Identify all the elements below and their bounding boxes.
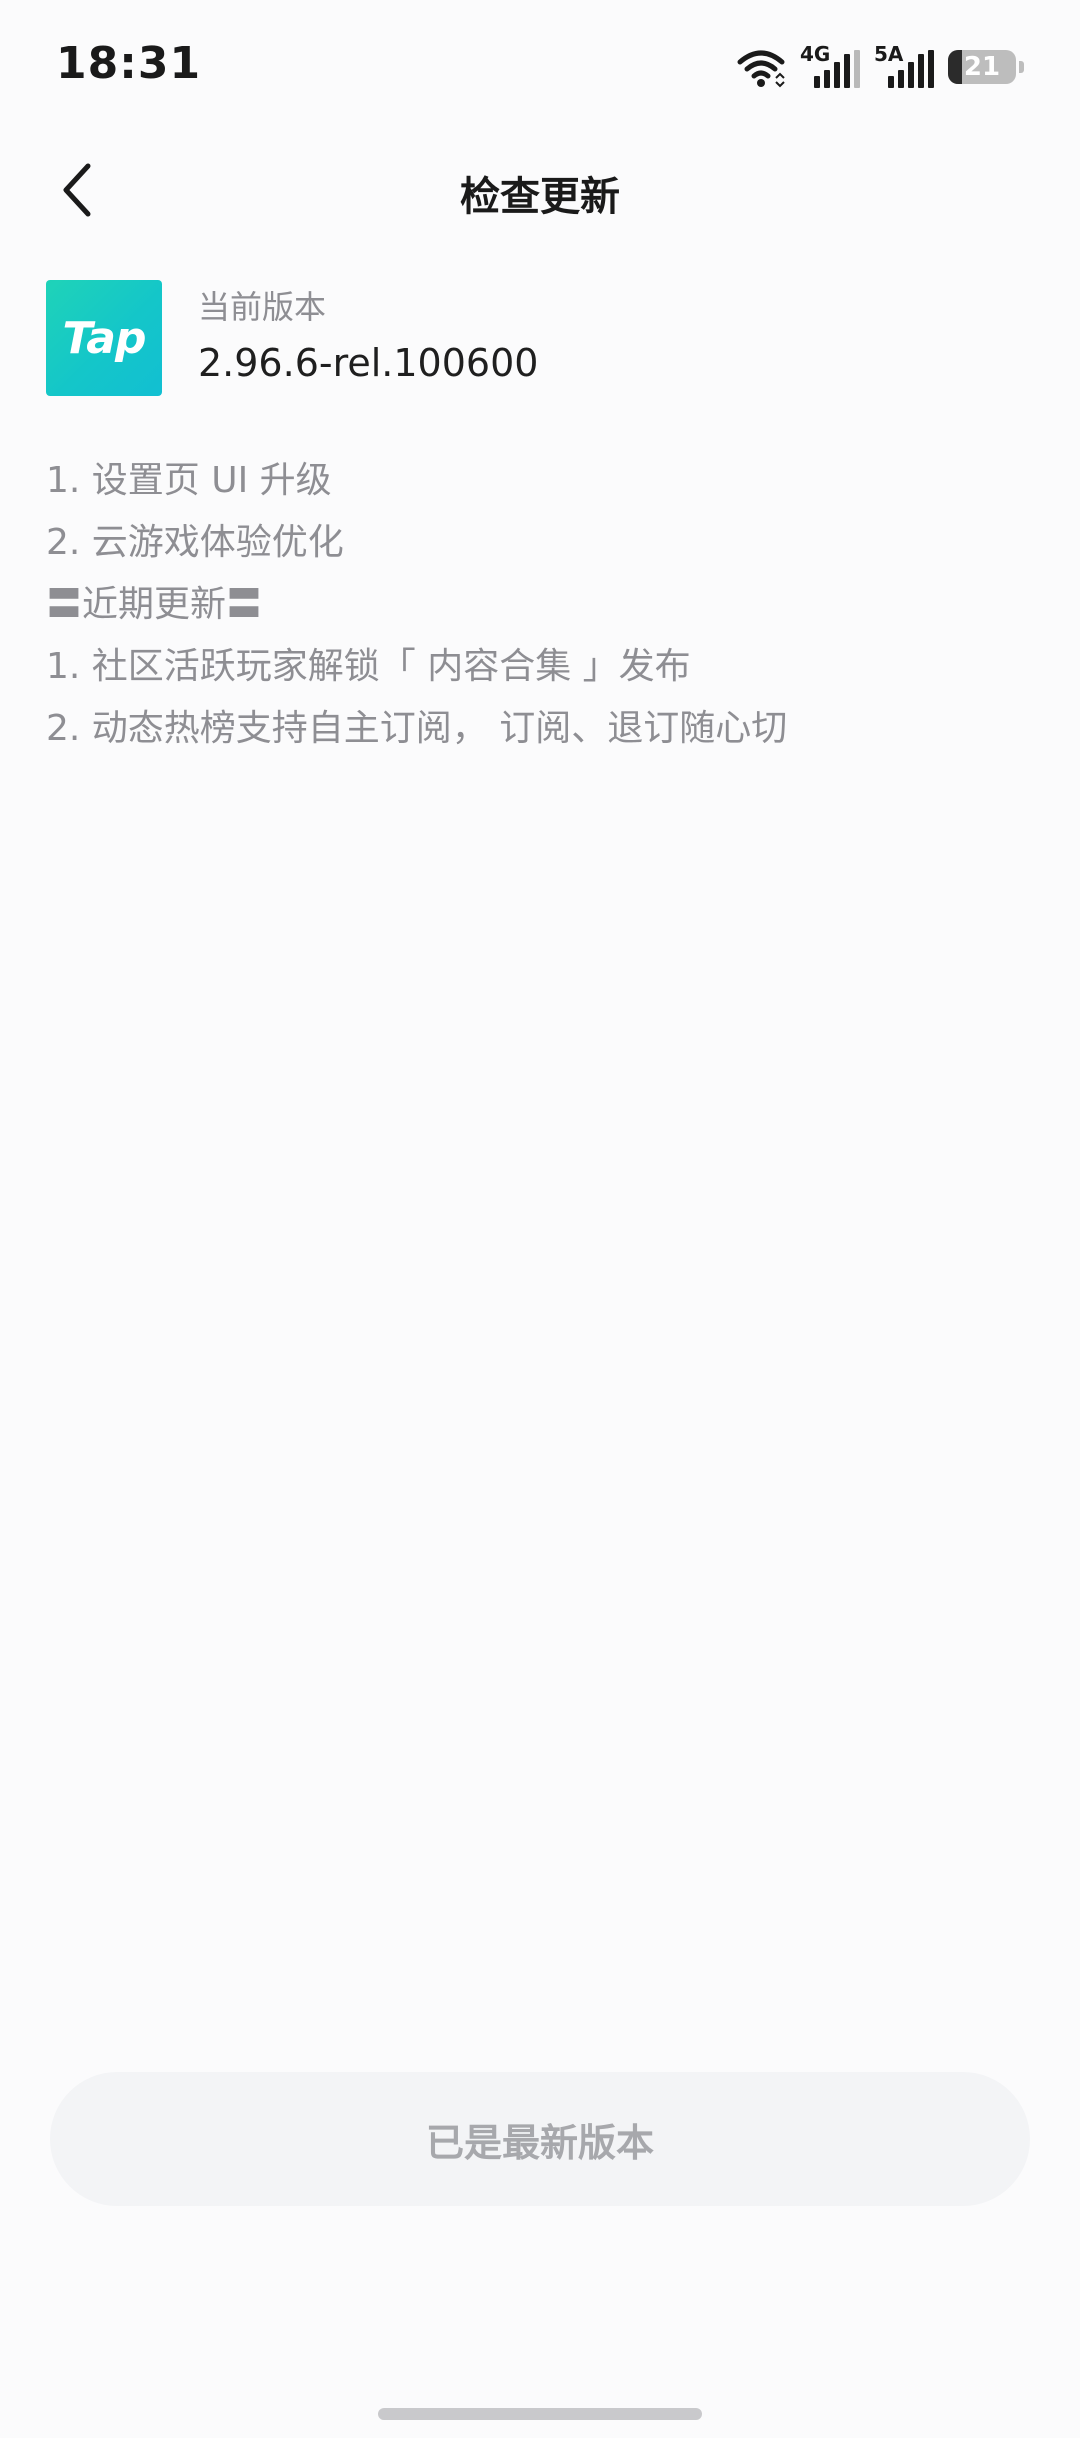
network-type-1: 4G bbox=[800, 42, 831, 66]
status-bar: 18:31 4G 5A 21 bbox=[0, 0, 1080, 130]
changelog-line: 2. 云游戏体验优化 bbox=[46, 522, 344, 563]
signal-4g-icon: 4G bbox=[800, 42, 860, 88]
network-type-2: 5A bbox=[874, 42, 904, 66]
app-logo-text: Tap bbox=[62, 312, 147, 364]
changelog: 1. 设置页 UI 升级 2. 云游戏体验优化 〓近期更新〓 1. 社区活跃玩家… bbox=[46, 450, 1036, 760]
changelog-line: 1. 社区活跃玩家解锁「 内容合集 」发布 bbox=[46, 646, 691, 687]
app-info: Tap 当前版本 2.96.6-rel.100600 bbox=[46, 280, 538, 396]
app-logo: Tap bbox=[46, 280, 162, 396]
wifi-icon bbox=[737, 50, 785, 88]
latest-version-button[interactable]: 已是最新版本 bbox=[50, 2072, 1030, 2206]
home-indicator[interactable] bbox=[378, 2408, 702, 2420]
changelog-line: 2. 动态热榜支持自主订阅， 订阅、退订随心切 bbox=[46, 708, 788, 749]
status-icons: 4G 5A 21 bbox=[736, 42, 1024, 88]
changelog-line: 1. 设置页 UI 升级 bbox=[46, 460, 332, 501]
page-title: 检查更新 bbox=[460, 174, 620, 220]
battery-icon: 21 bbox=[948, 50, 1016, 84]
version-value: 2.96.6-rel.100600 bbox=[198, 341, 539, 385]
status-time: 18:31 bbox=[56, 38, 202, 89]
changelog-section-heading: 〓近期更新〓 bbox=[46, 584, 263, 625]
header: 检查更新 bbox=[0, 140, 1080, 240]
battery-level: 21 bbox=[963, 52, 1001, 82]
version-label: 当前版本 bbox=[198, 288, 327, 326]
signal-5a-icon: 5A bbox=[874, 42, 934, 88]
version-block: 当前版本 2.96.6-rel.100600 bbox=[198, 285, 538, 391]
